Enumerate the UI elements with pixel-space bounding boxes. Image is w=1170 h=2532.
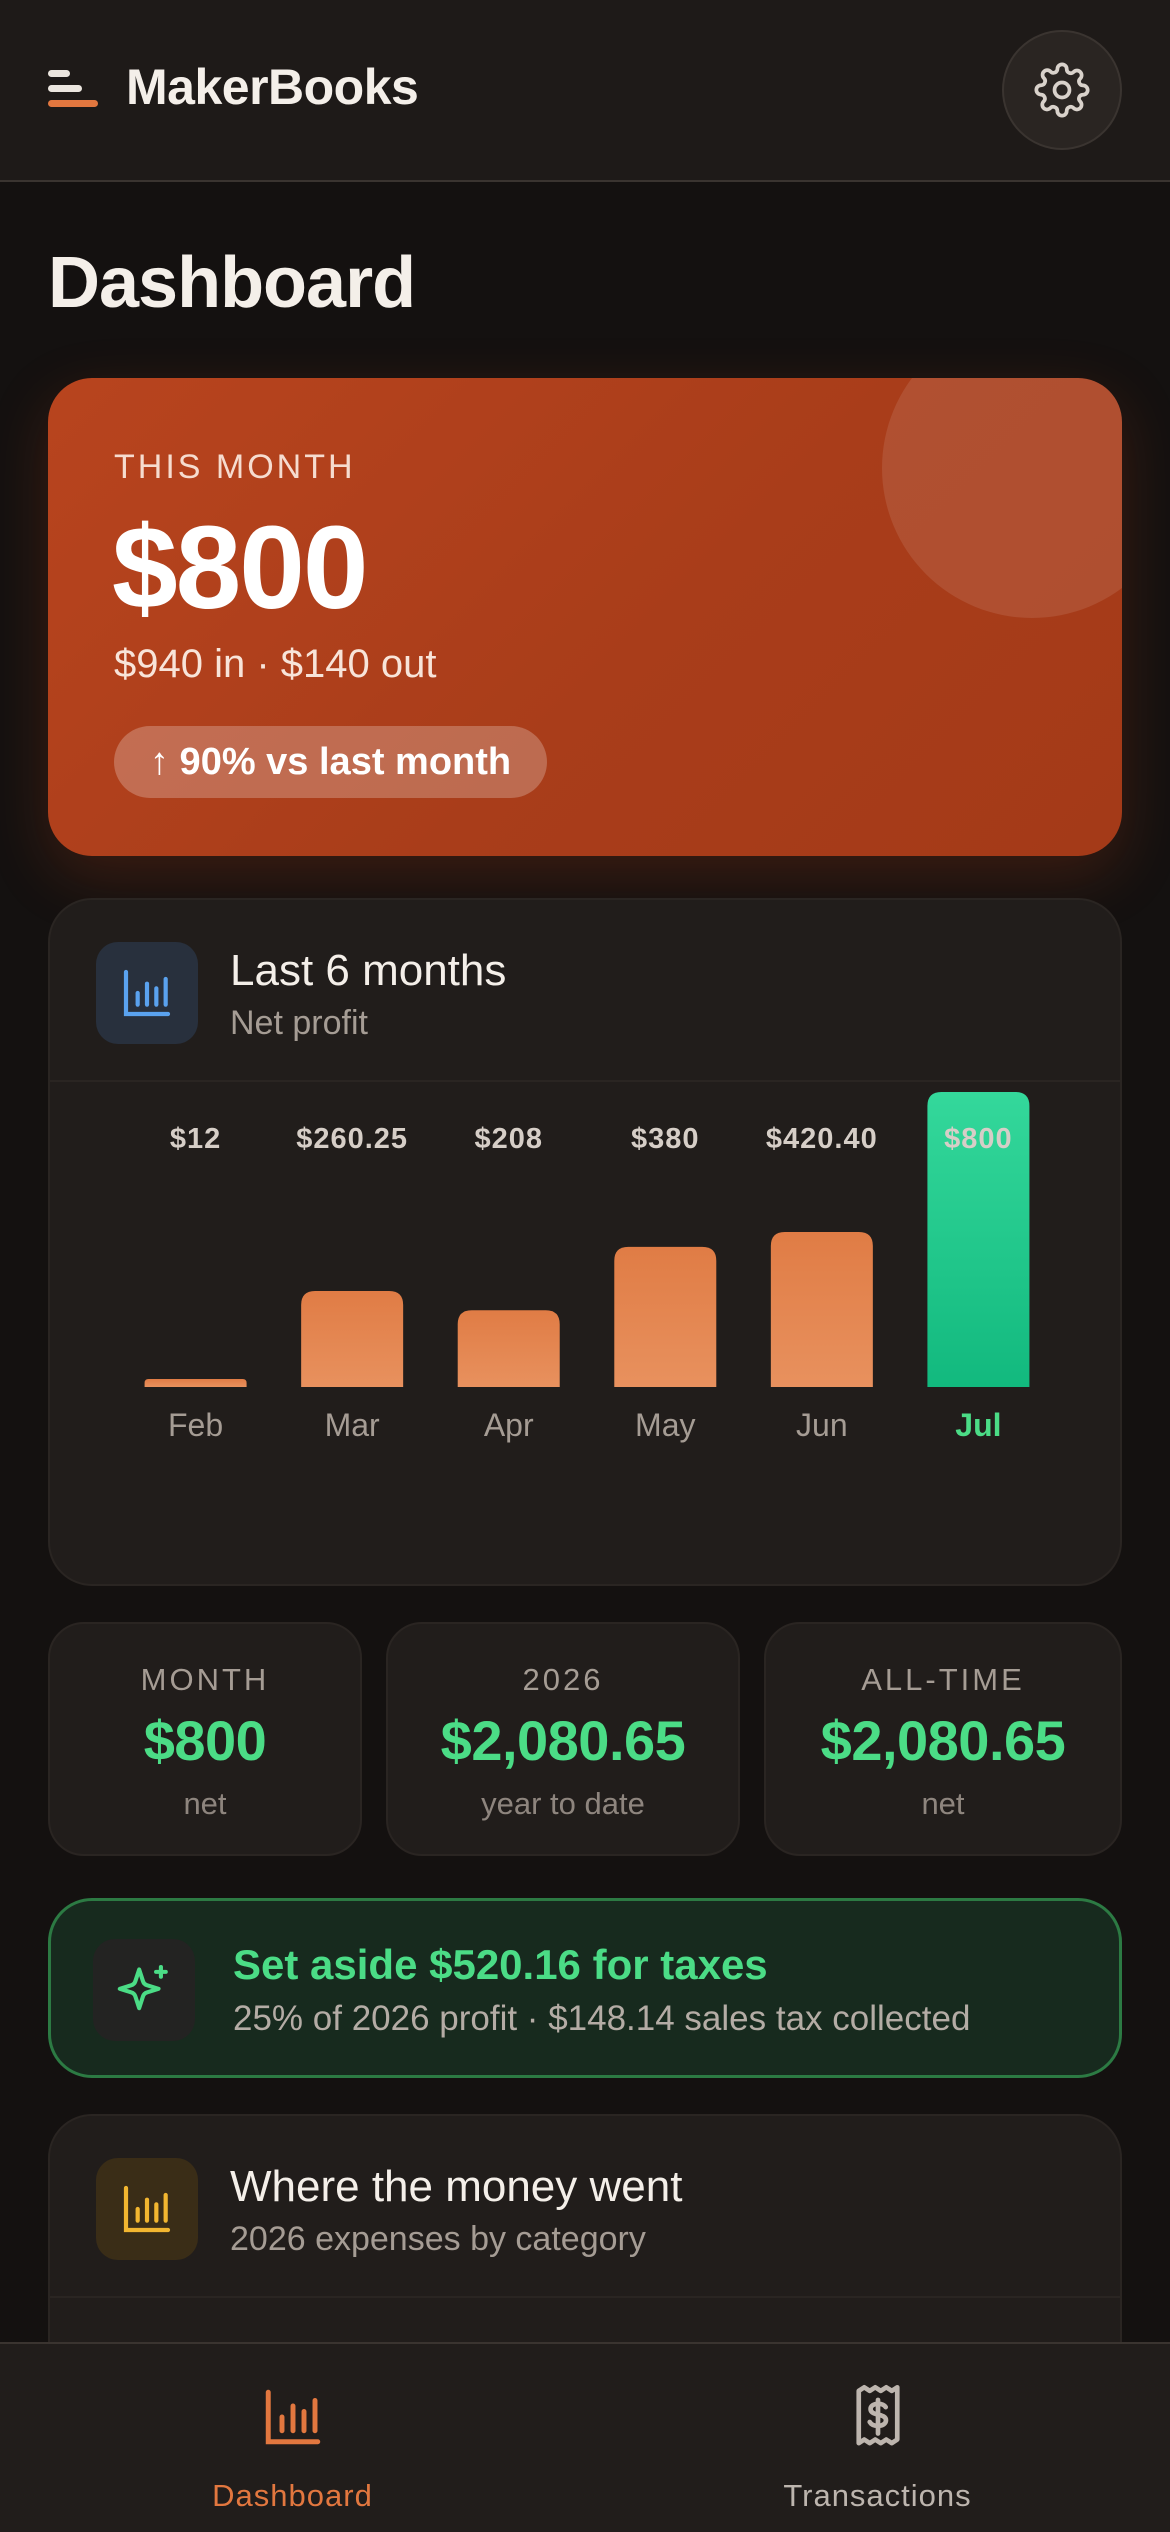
expenses-card-subtitle: 2026 expenses by category bbox=[230, 2220, 646, 2258]
this-month-amount: $800 bbox=[112, 502, 369, 634]
stat-note: year to date bbox=[481, 1786, 645, 1821]
x-axis-tick-label: Feb bbox=[168, 1407, 223, 1443]
bar-chart-icon bbox=[265, 2389, 320, 2445]
bar-value-label: $800 bbox=[944, 1123, 1013, 1155]
last-6-months-card: Last 6 months Net profit $12 Feb $260.25 Ma… bbox=[48, 898, 1122, 1586]
chart-card-subtitle: Net profit bbox=[230, 1004, 368, 1042]
app-title: MakerBooks bbox=[126, 59, 419, 115]
in-out-breakdown: $940 in · $140 out bbox=[114, 642, 437, 686]
stat-label: MONTH bbox=[140, 1662, 270, 1697]
bar-value-label: $380 bbox=[631, 1123, 700, 1155]
stat-all-time: ALL-TIME $2,080.65 net bbox=[764, 1622, 1122, 1856]
expenses-card-icon-tile bbox=[96, 2158, 198, 2260]
bar-value-label: $260.25 bbox=[296, 1123, 408, 1155]
bar-value-label: $420.40 bbox=[766, 1123, 878, 1155]
nav-label: Dashboard bbox=[212, 2478, 373, 2513]
nav-label: Transactions bbox=[783, 2478, 972, 2513]
decorative-circle bbox=[882, 378, 1122, 618]
bar-jun[interactable] bbox=[770, 1231, 873, 1387]
stat-value: $800 bbox=[143, 1709, 267, 1772]
tax-set-aside-banner[interactable]: Set aside $520.16 for taxes 25% of 2026 … bbox=[48, 1898, 1122, 2078]
nav-transactions[interactable]: Transactions bbox=[585, 2344, 1170, 2532]
bar-chart-icon bbox=[123, 969, 171, 1017]
net-profit-bar-chart: $12 Feb $260.25 Mar $208 Apr $380 May $420.40 Jun… bbox=[144, 1092, 1030, 1443]
chart-card-title: Last 6 months bbox=[230, 946, 507, 995]
bar-may[interactable] bbox=[614, 1246, 717, 1387]
stat-month: MONTH $800 net bbox=[48, 1622, 362, 1856]
stat-note: net bbox=[921, 1786, 965, 1821]
x-axis-tick-label: Jun bbox=[796, 1407, 848, 1443]
tax-icon-tile bbox=[93, 1939, 195, 2041]
stat-label: 2026 bbox=[522, 1662, 604, 1697]
stat-value: $2,080.65 bbox=[820, 1709, 1066, 1772]
bar-mar[interactable] bbox=[301, 1291, 404, 1387]
bar-feb[interactable] bbox=[144, 1379, 247, 1387]
top-bar: MakerBooks bbox=[0, 0, 1170, 182]
receipt-dollar-icon bbox=[855, 2384, 900, 2446]
this-month-label: THIS MONTH bbox=[114, 448, 356, 486]
bottom-navigation: Dashboard Transactions bbox=[0, 2342, 1170, 2532]
x-axis-tick-label: May bbox=[635, 1407, 695, 1443]
bar-chart-icon bbox=[123, 2185, 171, 2233]
bar-value-label: $12 bbox=[170, 1123, 221, 1155]
stat-value: $2,080.65 bbox=[440, 1709, 686, 1772]
dashboard-screen: MakerBooks Dashboard THIS MONTH $800 $94… bbox=[0, 0, 1170, 2532]
expenses-card-title: Where the money went bbox=[230, 2162, 683, 2211]
bar-value-label: $208 bbox=[474, 1123, 543, 1155]
x-axis-tick-label: Jul bbox=[955, 1407, 1001, 1443]
tax-subtitle: 25% of 2026 profit · $148.14 sales tax c… bbox=[233, 1999, 971, 2038]
menu-icon[interactable] bbox=[48, 70, 98, 110]
stat-label: ALL-TIME bbox=[861, 1662, 1025, 1697]
x-axis-tick-label: Mar bbox=[325, 1407, 380, 1443]
change-vs-last-month-badge: ↑ 90% vs last month bbox=[114, 726, 548, 798]
tax-title: Set aside $520.16 for taxes bbox=[233, 1941, 768, 1988]
divider bbox=[50, 2296, 1120, 2298]
stat-year: 2026 $2,080.65 year to date bbox=[386, 1622, 740, 1856]
nav-dashboard[interactable]: Dashboard bbox=[0, 2344, 585, 2532]
this-month-card: THIS MONTH $800 $940 in · $140 out ↑ 90%… bbox=[48, 378, 1122, 856]
page-title: Dashboard bbox=[48, 243, 416, 323]
bar-apr[interactable] bbox=[457, 1310, 560, 1387]
x-axis-tick-label: Apr bbox=[484, 1407, 534, 1443]
stat-note: net bbox=[183, 1786, 227, 1821]
settings-button[interactable] bbox=[1002, 30, 1122, 150]
sparkle-icon bbox=[117, 1964, 168, 2011]
gear-icon bbox=[1034, 62, 1090, 118]
chart-card-icon-tile bbox=[96, 942, 198, 1044]
